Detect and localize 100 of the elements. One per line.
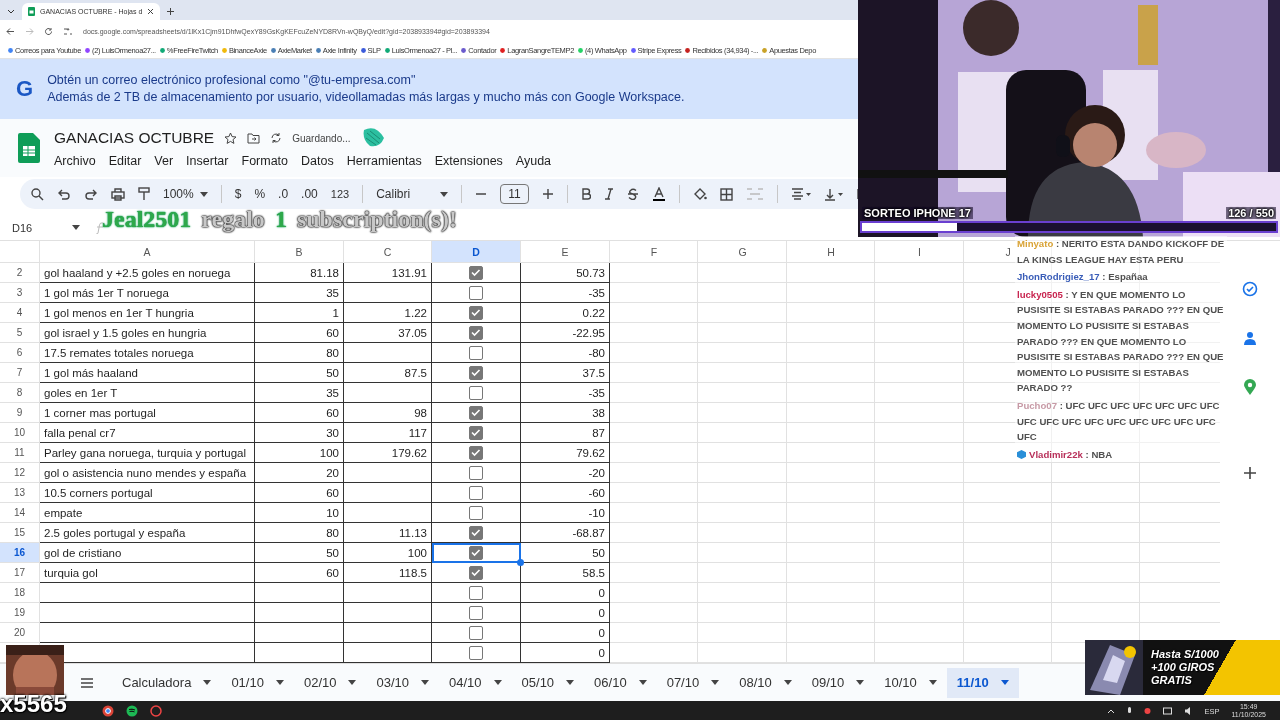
redo-icon[interactable]: [84, 188, 98, 200]
app-icon[interactable]: [150, 705, 162, 717]
checkbox[interactable]: [469, 585, 483, 600]
fill-color-icon[interactable]: [692, 187, 707, 201]
checkbox[interactable]: [469, 465, 483, 480]
italic-icon[interactable]: [603, 188, 614, 200]
menu-item[interactable]: Ver: [147, 153, 180, 169]
sheet-tab[interactable]: 01/10: [221, 667, 294, 698]
currency-button[interactable]: $: [234, 187, 242, 201]
column-header[interactable]: H: [827, 246, 835, 258]
checkbox[interactable]: [469, 445, 483, 460]
sheet-tab[interactable]: Calculadora: [112, 667, 222, 698]
column-header[interactable]: D: [432, 241, 521, 263]
checkbox[interactable]: [469, 545, 483, 560]
contacts-icon[interactable]: [1243, 330, 1257, 346]
paint-format-icon[interactable]: [138, 187, 150, 201]
caret-icon: [421, 680, 429, 685]
caret-icon: [928, 680, 937, 685]
checkbox[interactable]: [469, 285, 483, 300]
checkbox[interactable]: [469, 485, 483, 500]
table-cell: falla penal cr7: [40, 423, 255, 443]
menu-item[interactable]: Datos: [294, 153, 341, 169]
fill-handle[interactable]: [517, 559, 524, 566]
reload-icon[interactable]: [44, 26, 53, 36]
menu-item[interactable]: Ayuda: [509, 153, 558, 169]
increase-decimals-button[interactable]: .00: [301, 187, 318, 201]
zoom-dropdown[interactable]: 100%: [163, 187, 208, 201]
vertical-align-icon[interactable]: [823, 187, 844, 201]
checkbox[interactable]: [469, 425, 483, 440]
decrease-decimals-button[interactable]: .0: [278, 187, 289, 201]
menu-item[interactable]: Herramientas: [340, 153, 429, 169]
document-title[interactable]: GANACIAS OCTUBRE: [54, 129, 215, 147]
text-color-icon[interactable]: [651, 187, 666, 201]
sheet-tab[interactable]: 09/10: [801, 667, 875, 698]
checkbox[interactable]: [469, 645, 483, 660]
column-header[interactable]: J: [1005, 246, 1011, 258]
menu-item[interactable]: Archivo: [54, 153, 103, 169]
music-app-icon[interactable]: [126, 705, 138, 717]
search-icon[interactable]: [30, 187, 44, 201]
map-pin-icon[interactable]: [1244, 379, 1256, 395]
checkbox[interactable]: [469, 565, 483, 580]
sheet-tab[interactable]: 05/10: [511, 667, 585, 698]
table-cell: -80: [521, 343, 610, 363]
row-number[interactable]: 16: [0, 543, 40, 563]
menu-item[interactable]: Insertar: [179, 153, 235, 169]
plus-icon[interactable]: [166, 7, 176, 16]
table-cell: gol haaland y +2.5 goles en noruega: [40, 263, 255, 283]
column-header[interactable]: F: [650, 246, 658, 258]
sheet-tab[interactable]: 04/10: [439, 667, 512, 698]
undo-icon[interactable]: [57, 188, 71, 200]
microphone-icon[interactable]: [1127, 706, 1133, 716]
menu-item[interactable]: Formato: [235, 153, 295, 169]
menu-item[interactable]: Editar: [102, 153, 148, 169]
checkbox[interactable]: [469, 525, 483, 540]
menu-item[interactable]: Extensiones: [428, 153, 510, 169]
sheet-tab[interactable]: 11/10: [946, 667, 1019, 698]
font-size-field[interactable]: 11: [500, 184, 529, 204]
checkbox[interactable]: [469, 325, 483, 340]
bold-icon[interactable]: [580, 188, 591, 200]
bookmark-icon: [360, 47, 366, 53]
volume-icon[interactable]: [1184, 706, 1193, 716]
checkbox[interactable]: [469, 385, 483, 400]
number-format-button[interactable]: 123: [330, 188, 350, 200]
table-cell: 60: [255, 323, 344, 343]
checkbox[interactable]: [469, 305, 483, 320]
table-cell: 100: [255, 443, 344, 463]
sheet-tab[interactable]: 03/10: [366, 667, 439, 698]
align-icon[interactable]: [790, 188, 811, 200]
column-header[interactable]: G: [738, 246, 747, 258]
strikethrough-icon[interactable]: [626, 188, 639, 200]
column-header[interactable]: I: [918, 246, 921, 258]
name-box[interactable]: D16: [12, 221, 81, 234]
record-icon[interactable]: [1144, 706, 1152, 716]
checkbox[interactable]: [469, 625, 483, 640]
sheet-tab[interactable]: 08/10: [729, 667, 802, 698]
font-dropdown[interactable]: Calibri: [376, 187, 449, 201]
sheet-tab[interactable]: 02/10: [293, 667, 367, 698]
checkbox[interactable]: [469, 265, 483, 280]
checkbox[interactable]: [469, 505, 483, 520]
print-icon[interactable]: [111, 187, 125, 201]
site-info-icon[interactable]: [63, 26, 73, 36]
all-sheets-icon[interactable]: [80, 676, 94, 689]
sheet-tab[interactable]: 07/10: [656, 667, 730, 698]
folder-icon[interactable]: [247, 132, 261, 144]
percent-button[interactable]: %: [254, 187, 266, 201]
sheet-tab[interactable]: 06/10: [584, 667, 657, 698]
sheet-tab[interactable]: 10/10: [874, 667, 947, 698]
plus-icon[interactable]: [1243, 466, 1257, 480]
display-icon[interactable]: [1163, 706, 1173, 716]
checkbox[interactable]: [469, 365, 483, 380]
close-icon[interactable]: [147, 8, 155, 15]
checkbox[interactable]: [469, 605, 483, 620]
checkbox[interactable]: [469, 405, 483, 420]
star-icon[interactable]: [224, 131, 238, 145]
browser-icon[interactable]: [102, 705, 114, 717]
plus-icon[interactable]: [541, 188, 554, 200]
checkbox[interactable]: [469, 345, 483, 360]
borders-icon[interactable]: [719, 187, 733, 201]
tasks-icon[interactable]: [1242, 281, 1258, 297]
back-icon[interactable]: [6, 26, 15, 36]
